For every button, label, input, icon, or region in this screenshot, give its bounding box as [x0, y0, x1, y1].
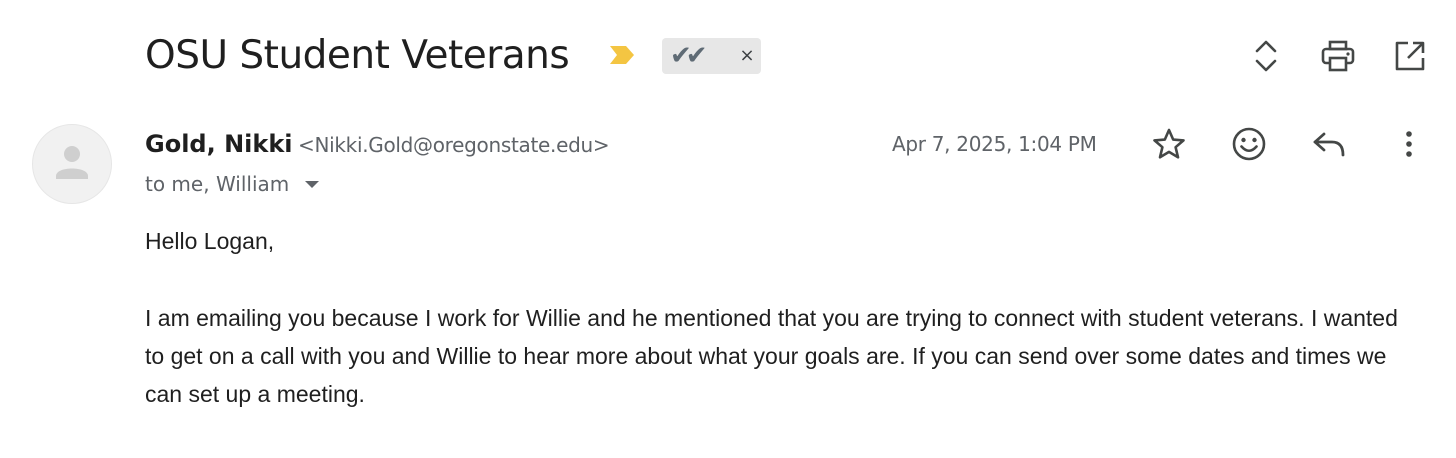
- star-button[interactable]: [1149, 124, 1189, 164]
- print-icon: [1321, 40, 1355, 72]
- label-chip-text: ✔✔: [670, 41, 707, 71]
- recipients-line: to me, William: [145, 170, 320, 198]
- person-icon: [56, 146, 88, 179]
- sender-email: <Nikki.Gold@oregonstate.edu>: [298, 133, 610, 157]
- email-body-paragraph: I am emailing you because I work for Wil…: [145, 305, 1398, 407]
- importance-marker-icon[interactable]: [609, 44, 635, 66]
- show-details-dropdown-icon[interactable]: [305, 180, 320, 188]
- open-in-new-window-button[interactable]: [1390, 36, 1430, 76]
- open-in-new-window-icon: [1395, 41, 1425, 71]
- more-options-button[interactable]: [1389, 124, 1429, 164]
- expand-collapse-button[interactable]: [1246, 36, 1286, 76]
- recipients-text: to me, William: [145, 172, 290, 196]
- more-vert-icon: [1406, 131, 1412, 157]
- sender-avatar[interactable]: [32, 124, 112, 204]
- email-timestamp: Apr 7, 2025, 1:04 PM: [892, 132, 1097, 156]
- label-remove-button[interactable]: ×: [738, 46, 756, 66]
- label-chip[interactable]: ✔✔ ×: [662, 38, 761, 74]
- print-button[interactable]: [1318, 36, 1358, 76]
- reply-icon: [1313, 132, 1345, 157]
- emoji-reaction-icon: [1232, 127, 1266, 161]
- add-reaction-button[interactable]: [1229, 124, 1269, 164]
- email-subject: OSU Student Veterans: [145, 33, 570, 78]
- email-greeting: Hello Logan,: [145, 228, 275, 254]
- expand-collapse-icon: [1255, 40, 1277, 72]
- star-icon: [1153, 128, 1185, 159]
- reply-button[interactable]: [1309, 124, 1349, 164]
- sender-name[interactable]: Gold, Nikki: [145, 128, 293, 160]
